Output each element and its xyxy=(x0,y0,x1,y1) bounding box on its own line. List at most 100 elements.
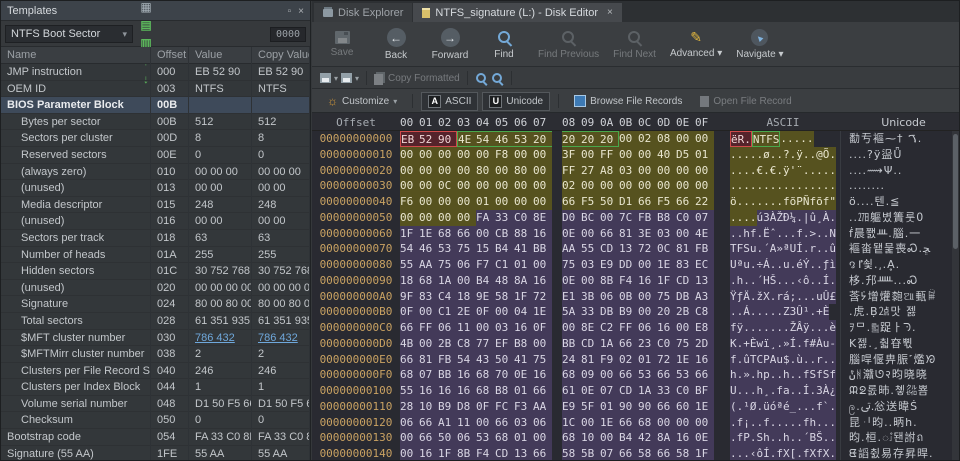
ascii-char[interactable]: . xyxy=(757,241,764,257)
ascii-char[interactable]: . xyxy=(737,226,744,242)
ascii-char[interactable]: f xyxy=(796,226,803,242)
hex-byte[interactable]: 00 xyxy=(533,178,552,194)
unicode-text[interactable]: ö....텐.≦ xyxy=(840,194,959,210)
ascii-char[interactable]: S xyxy=(773,131,780,147)
template-row[interactable]: Total sectors02861 351 93561 351 935 xyxy=(1,313,310,330)
ascii-char[interactable]: Â xyxy=(796,320,803,336)
ascii-char[interactable]: h xyxy=(783,430,790,446)
hex-byte[interactable]: 66 xyxy=(533,383,552,399)
export-template-button[interactable]: ▤ xyxy=(136,16,156,34)
hex-byte[interactable]: 00 xyxy=(495,304,514,320)
ascii-char[interactable]: . xyxy=(816,178,823,194)
hex-byte[interactable]: FB xyxy=(638,210,657,226)
template-row[interactable]: Sectors per track0186363 xyxy=(1,230,310,247)
ascii-char[interactable]: . xyxy=(737,446,744,461)
hex-byte[interactable]: 00 xyxy=(619,131,638,147)
hex-byte[interactable]: 01 xyxy=(600,399,619,415)
hex-byte[interactable]: 41 xyxy=(514,352,533,368)
ascii-char[interactable]: ô xyxy=(757,446,764,461)
ascii-char[interactable]: ú xyxy=(757,210,764,226)
ascii-char[interactable]: õ xyxy=(816,194,823,210)
ascii-char[interactable]: . xyxy=(823,241,830,257)
ascii-char[interactable]: . xyxy=(810,399,817,415)
ascii-char[interactable]: Ý xyxy=(803,257,810,273)
hex-byte[interactable]: 24 xyxy=(562,352,581,368)
ascii-char[interactable]: . xyxy=(796,399,803,415)
ascii-char[interactable]: Z xyxy=(783,304,790,320)
ascii-char[interactable]: . xyxy=(770,320,777,336)
hex-byte[interactable]: 75 xyxy=(676,336,695,352)
hex-byte[interactable]: 68 xyxy=(438,226,457,242)
ascii-char[interactable]: . xyxy=(810,352,817,368)
hex-byte[interactable]: C8 xyxy=(457,336,476,352)
hex-byte[interactable]: FF xyxy=(600,147,619,163)
hex-byte[interactable]: 66 xyxy=(695,367,714,383)
hex-byte[interactable]: 90 xyxy=(638,399,657,415)
hex-byte[interactable]: D8 xyxy=(457,399,476,415)
hex-byte[interactable]: 00 xyxy=(476,415,495,431)
ascii-char[interactable]: . xyxy=(796,178,803,194)
hex-byte[interactable]: 04 xyxy=(514,304,533,320)
ascii-char[interactable]: . xyxy=(776,178,783,194)
ascii-char[interactable]: . xyxy=(776,336,783,352)
ascii-char[interactable]: . xyxy=(810,304,817,320)
hex-byte[interactable]: 81 xyxy=(676,241,695,257)
hex-byte[interactable]: D1 xyxy=(619,194,638,210)
hex-byte[interactable]: 00 xyxy=(495,194,514,210)
hex-byte[interactable]: 66 xyxy=(619,415,638,431)
ascii-char[interactable]: ¿ xyxy=(829,383,836,399)
ascii-char[interactable]: P xyxy=(796,194,803,210)
ascii-char[interactable]: . xyxy=(829,178,836,194)
ascii-char[interactable]: À xyxy=(770,210,777,226)
hex-byte[interactable]: 90 xyxy=(619,399,638,415)
ascii-char[interactable]: é xyxy=(783,399,790,415)
ascii-char[interactable]: ÿ xyxy=(737,320,744,336)
hex-byte[interactable]: CD xyxy=(619,383,638,399)
hex-byte[interactable]: 66 xyxy=(657,367,676,383)
hex-byte[interactable]: 66 xyxy=(600,226,619,242)
ascii-char[interactable]: ‹ xyxy=(750,446,757,461)
hex-byte[interactable]: 22 xyxy=(695,194,714,210)
ascii-char[interactable]: . xyxy=(750,163,757,179)
ascii-char[interactable]: ¸ xyxy=(770,336,777,352)
ascii-char[interactable]: . xyxy=(730,446,737,461)
ascii-char[interactable]: f xyxy=(776,383,783,399)
ascii-char[interactable]: ƒ xyxy=(823,257,830,273)
template-row[interactable]: Sectors per cluster00D88 xyxy=(1,130,310,147)
ascii-toggle-button[interactable]: A ASCII xyxy=(421,92,478,111)
ascii-char[interactable]: ö xyxy=(730,194,737,210)
hex-byte[interactable]: 00 xyxy=(400,147,419,163)
hex-byte[interactable]: 66 xyxy=(676,194,695,210)
hex-byte[interactable]: C0 xyxy=(676,383,695,399)
ascii-char[interactable]: . xyxy=(796,415,803,431)
hex-byte[interactable]: 00 xyxy=(638,289,657,305)
ascii-char[interactable]: r xyxy=(810,241,817,257)
template-row[interactable]: (unused)01300 0000 00 xyxy=(1,180,310,197)
hex-byte[interactable]: 1E xyxy=(657,257,676,273)
ascii-char[interactable]: ¹ xyxy=(743,399,750,415)
ascii-char[interactable]: » xyxy=(743,367,750,383)
vertical-scrollbar[interactable] xyxy=(952,131,959,461)
hex-byte[interactable]: 00 xyxy=(600,367,619,383)
hex-byte[interactable]: FC xyxy=(495,399,514,415)
ascii-char[interactable]: u xyxy=(816,289,823,305)
ascii-char[interactable]: . xyxy=(763,304,770,320)
toolbar-back-button[interactable]: ←Back xyxy=(370,24,422,65)
ascii-char[interactable]: . xyxy=(743,210,750,226)
ascii-char[interactable]: u xyxy=(776,352,783,368)
ascii-char[interactable]: U xyxy=(730,257,737,273)
hex-byte[interactable]: 1A xyxy=(438,273,457,289)
ascii-char[interactable]: û xyxy=(743,352,750,368)
ascii-char[interactable]: + xyxy=(816,304,823,320)
ascii-char[interactable]: . xyxy=(750,289,757,305)
hex-byte[interactable]: 20 xyxy=(600,131,619,147)
ascii-char[interactable]: f xyxy=(737,430,744,446)
hex-byte[interactable]: 9E xyxy=(476,289,495,305)
ascii-char[interactable]: r xyxy=(816,352,823,368)
ascii-char[interactable]: . xyxy=(816,257,823,273)
close-tab-icon[interactable]: × xyxy=(607,7,613,18)
hex-byte[interactable]: 72 xyxy=(533,289,552,305)
hex-byte[interactable]: B8 xyxy=(514,336,533,352)
ascii-char[interactable]: | xyxy=(803,210,810,226)
hex-byte[interactable]: 00 xyxy=(457,210,476,226)
